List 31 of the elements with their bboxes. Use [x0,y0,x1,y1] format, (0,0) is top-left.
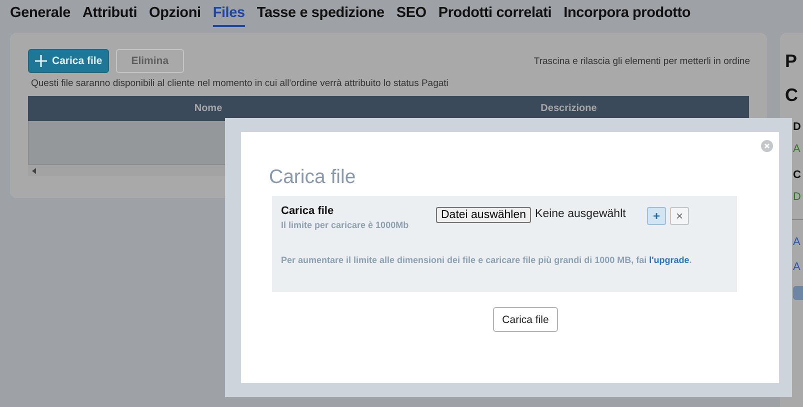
tab[interactable]: Opzioni [149,5,201,27]
field-value: A [793,143,802,157]
column-header: Descrizione [540,103,598,114]
tab[interactable]: Incorpora prodotto [564,5,691,27]
remove-button[interactable]: × [670,207,690,225]
column-header: Nome [193,103,224,114]
upgrade-note: Per aumentare il limite alle dimensioni dei file e caricare file più grandi di 1000 MB, fai l'upgrade. [281,255,693,265]
tab[interactable]: SEO [396,5,426,27]
upload-submit-button[interactable]: Carica file [493,307,558,332]
tab[interactable]: Generale [10,5,70,27]
field-value: D [793,191,802,205]
tab[interactable]: Tasse e spedizione [256,5,384,27]
dialog-title: Carica file [269,166,356,190]
limit-text: Il limite per caricare è 1000Mb [281,220,410,230]
field-label: D [793,120,802,135]
add-button[interactable]: + [647,207,666,225]
upgrade-link[interactable]: l'upgrade [649,255,690,265]
tab[interactable]: Prodotti correlati [438,5,552,27]
field-label: Carica file [281,205,335,219]
file-status: Keine ausgewählt [535,208,627,220]
scroll-left-icon[interactable] [32,168,36,174]
panel-heading: P [785,51,798,73]
tab[interactable]: Attributi [82,5,138,27]
panel-heading: C [785,85,799,107]
plus-icon [35,55,47,67]
file-chooser-button[interactable]: Datei auswählen [436,207,532,223]
close-icon[interactable] [761,140,773,152]
field-label: C [793,168,802,183]
upload-button[interactable]: Carica file [28,49,110,73]
info-text: Questi file saranno disponibili al cliente nel momento in cui all'ordine verrà attribuito lo status Pagati [31,78,450,90]
hint-text: Trascina e rilascia gli elementi per metterli in ordine [534,56,750,66]
